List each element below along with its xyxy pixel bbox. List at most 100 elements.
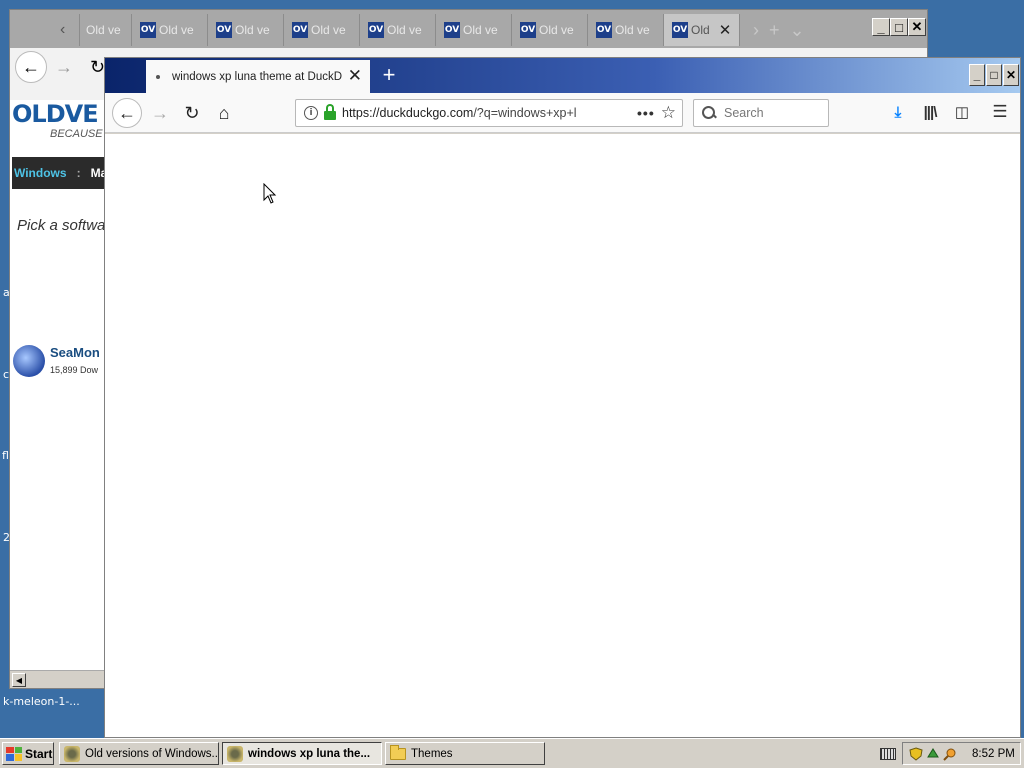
forward-arrow-icon[interactable]: → bbox=[55, 57, 73, 78]
nav-separator: : bbox=[76, 166, 81, 180]
scroll-left-icon[interactable]: ◀ bbox=[12, 673, 26, 687]
tab-title: Old ve bbox=[539, 23, 574, 37]
menu-icon[interactable]: ☰ bbox=[989, 101, 1011, 123]
page-actions-icon[interactable]: ••• bbox=[637, 105, 655, 121]
oldversion-favicon-icon: OV bbox=[596, 22, 612, 38]
tab-title: windows xp luna theme at DuckDu bbox=[172, 70, 342, 83]
oldversion-page: OLDVE BECAUSE Windows : Ma Pick a softwa… bbox=[10, 100, 105, 670]
back-arrow-icon[interactable]: ← bbox=[112, 98, 142, 128]
taskbar-button[interactable]: Themes bbox=[385, 742, 545, 765]
tab[interactable]: OV Old ve bbox=[208, 14, 284, 46]
tab-title: Old ve bbox=[159, 23, 194, 37]
forward-arrow-icon[interactable]: → bbox=[146, 99, 174, 127]
pick-software-heading: Pick a softwa bbox=[17, 217, 105, 234]
taskbar-button-label: Themes bbox=[411, 747, 453, 760]
close-tab-icon[interactable]: ✕ bbox=[348, 66, 362, 86]
oldversion-favicon-icon: OV bbox=[140, 22, 156, 38]
search-placeholder: Search bbox=[724, 106, 764, 120]
tab-title: Old ve bbox=[387, 23, 422, 37]
desktop-label: fl bbox=[2, 449, 9, 462]
minimize-button[interactable]: _ bbox=[969, 64, 985, 86]
close-button[interactable]: ✕ bbox=[1003, 64, 1019, 86]
minimize-button[interactable]: _ bbox=[872, 18, 890, 36]
tab[interactable]: Old ve bbox=[80, 14, 132, 46]
start-label: Start bbox=[25, 746, 53, 761]
system-tray: 8:52 PM bbox=[902, 742, 1021, 765]
home-icon[interactable]: ⌂ bbox=[210, 99, 238, 127]
oldversion-favicon-icon: OV bbox=[672, 22, 688, 38]
seamonkey-icon[interactable] bbox=[13, 345, 45, 377]
taskbar-button[interactable]: Old versions of Windows... bbox=[59, 742, 219, 765]
taskbar-button-label: windows xp luna the... bbox=[248, 747, 371, 760]
site-nav: Windows : Ma bbox=[12, 157, 105, 189]
oldversion-favicon-icon: OV bbox=[292, 22, 308, 38]
tab[interactable]: OV Old ve bbox=[588, 14, 664, 46]
tab[interactable]: OV Old ve bbox=[512, 14, 588, 46]
site-logo[interactable]: OLDVE bbox=[12, 100, 99, 128]
tab-title: Old ve bbox=[311, 23, 346, 37]
mouse-cursor-icon bbox=[263, 183, 277, 204]
windows-logo-icon bbox=[6, 746, 22, 761]
tab[interactable]: OV Old ve bbox=[360, 14, 436, 46]
shield-icon[interactable] bbox=[909, 746, 923, 761]
oldversion-favicon-icon: OV bbox=[444, 22, 460, 38]
tab-strip: ‹ Old ve OV Old ve OV Old ve OV Old ve OV Ol… bbox=[10, 10, 927, 48]
download-count: 15,899 Dow bbox=[50, 365, 99, 375]
tab-active[interactable]: windows xp luna theme at DuckDu ✕ bbox=[146, 60, 370, 93]
reload-icon[interactable]: ↻ bbox=[90, 57, 105, 78]
tab[interactable]: OV Old ve bbox=[436, 14, 512, 46]
nav-link-windows[interactable]: Windows bbox=[14, 166, 67, 180]
bookmark-star-icon[interactable]: ☆ bbox=[661, 103, 676, 123]
title-bar[interactable]: windows xp luna theme at DuckDu ✕ + _ □ … bbox=[105, 58, 1020, 93]
foreground-browser-window[interactable]: windows xp luna theme at DuckDu ✕ + _ □ … bbox=[104, 57, 1021, 738]
url-bar[interactable]: i https://duckduckgo.com/?q=windows+xp+l… bbox=[295, 99, 683, 127]
maximize-button[interactable]: □ bbox=[890, 18, 908, 36]
kmeleon-icon bbox=[64, 745, 80, 762]
loading-dot-icon bbox=[156, 74, 160, 79]
taskbar: Start Old versions of Windows... windows… bbox=[0, 738, 1024, 768]
search-icon bbox=[702, 106, 716, 120]
library-icon[interactable]: |||\ bbox=[919, 101, 941, 123]
tab-title: Old ve bbox=[463, 23, 498, 37]
start-button[interactable]: Start bbox=[2, 742, 54, 765]
tab[interactable]: OV Old ve bbox=[284, 14, 360, 46]
recycle-icon[interactable] bbox=[926, 747, 940, 761]
sidebar-icon[interactable]: ◫ bbox=[951, 101, 973, 123]
taskbar-button-label: Old versions of Windows... bbox=[85, 747, 219, 760]
lock-icon[interactable] bbox=[324, 104, 336, 120]
desktop-icon-label-kmeleon[interactable]: k-meleon-1-... bbox=[3, 695, 80, 708]
nav-link-mac[interactable]: Ma bbox=[91, 166, 105, 180]
tab-title: Old bbox=[691, 23, 710, 37]
new-tab-button[interactable]: + bbox=[377, 62, 401, 87]
close-icon[interactable]: ✕ bbox=[719, 21, 732, 39]
tab-scroll-left-button[interactable]: ‹ bbox=[50, 14, 80, 46]
back-arrow-icon[interactable]: ← bbox=[15, 51, 47, 83]
tab-title: Old ve bbox=[615, 23, 650, 37]
taskbar-button-active[interactable]: windows xp luna the... bbox=[222, 742, 382, 765]
horizontal-scrollbar[interactable]: ◀ bbox=[10, 670, 105, 688]
reload-icon[interactable]: ↻ bbox=[178, 99, 206, 127]
tab-active[interactable]: OV Old ✕ bbox=[664, 14, 740, 46]
url-text[interactable]: https://duckduckgo.com/?q=windows+xp+l bbox=[342, 106, 592, 120]
download-icon[interactable]: ⤓ bbox=[887, 101, 909, 123]
magnifier-icon[interactable] bbox=[943, 747, 957, 761]
app-name-link[interactable]: SeaMon bbox=[50, 345, 100, 360]
tab-title: Old ve bbox=[86, 23, 121, 37]
site-tagline: BECAUSE bbox=[50, 128, 103, 140]
info-icon[interactable]: i bbox=[304, 106, 318, 120]
maximize-button[interactable]: □ bbox=[986, 64, 1002, 86]
tab-title: Old ve bbox=[235, 23, 270, 37]
close-button[interactable]: ✕ bbox=[908, 18, 926, 36]
tab-strip-controls: › + ⌄ bbox=[753, 19, 805, 40]
page-content[interactable] bbox=[105, 134, 1020, 737]
url-domain: https://duckduckgo.com bbox=[342, 106, 474, 120]
keyboard-icon[interactable] bbox=[880, 748, 896, 760]
url-path: /?q=windows+xp+l bbox=[473, 106, 577, 120]
navigation-toolbar: ← → ↻ ⌂ i https://duckduckgo.com/?q=wind… bbox=[105, 93, 1020, 133]
tab[interactable]: OV Old ve bbox=[132, 14, 208, 46]
kmeleon-icon bbox=[227, 745, 243, 762]
clock[interactable]: 8:52 PM bbox=[972, 748, 1015, 760]
folder-icon bbox=[390, 744, 406, 760]
search-input[interactable]: Search bbox=[693, 99, 829, 127]
oldversion-favicon-icon: OV bbox=[520, 22, 536, 38]
